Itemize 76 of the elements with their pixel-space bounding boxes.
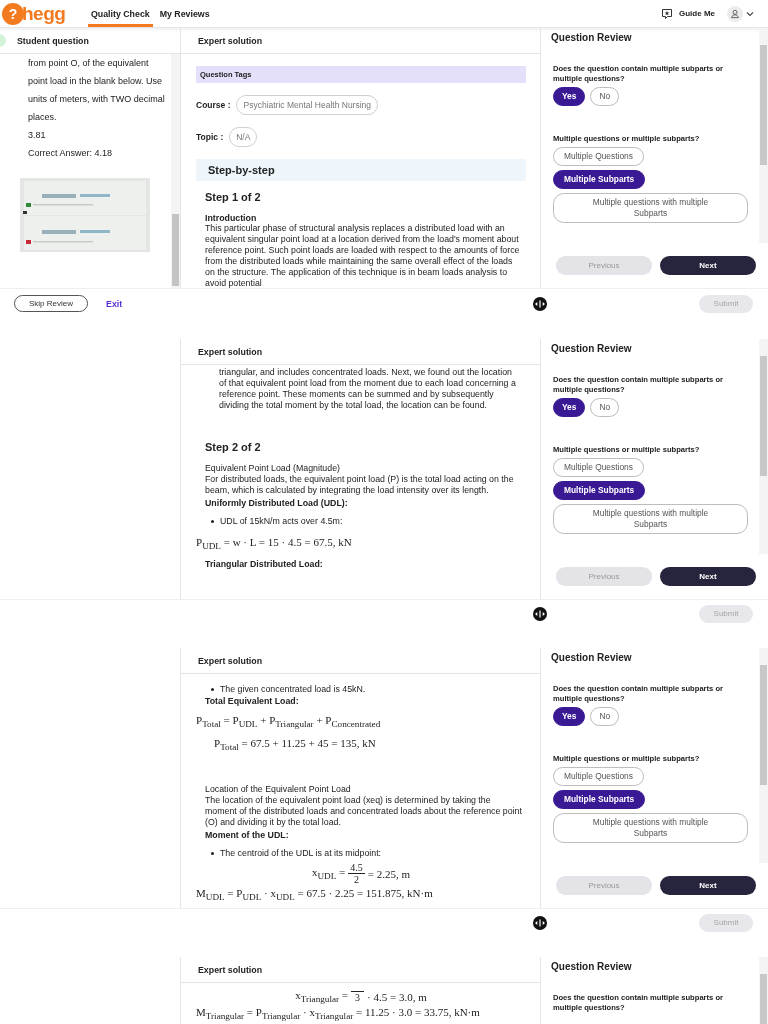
nav-button[interactable]: Next [660,567,756,586]
equation: M$_{UDL}$ = P$_{UDL}$ · x$_{UDL}$ = 67.5 · 2.25 = 151.875, kN·m [196,887,434,903]
account-menu[interactable] [727,5,754,22]
section-heading: Introduction [205,213,258,223]
option-button[interactable]: Yes [553,87,586,106]
scrollbar[interactable] [759,28,768,243]
section-heading: Uniformly Distributed Load (UDL): [205,498,349,508]
panel-title: Question Review [551,32,633,43]
equation: x$_{Triangular}$ = 3 · 4.5 = 3.0, m [295,989,427,1005]
correct-answer: Correct Answer: 4.18 [28,147,114,160]
option-button[interactable]: Yes [553,707,586,726]
option-button[interactable]: Multiple Subparts [553,170,646,189]
section-banner: Step-by-step [196,159,526,181]
logo-text: hegg [22,2,66,25]
panel-title: Question Review [551,652,633,663]
panel-title: Student question [17,35,89,46]
option-button[interactable]: Multiple questions with multiple Subparts [553,193,748,223]
nav-button[interactable]: Next [660,256,756,275]
section-heading: Total Equivalent Load: [205,696,300,706]
option-button[interactable]: No [590,398,620,417]
equation: P$_{UDL}$ = w · L = 15 · 4.5 = 67.5, kN [196,536,353,552]
bullet-text: The given concentrated load is 45kN. [220,684,366,694]
user-icon [727,5,743,22]
option-button[interactable]: No [590,87,620,106]
option-button[interactable]: No [590,707,620,726]
paragraph: triangular, and includes concentrated loads. Next, we found out the location of that equivalent point load from the moment due to each load concerning a reference point. These moments can be summed and by subsequently dividing the total moment by the total load, the location can be found. [219,367,517,411]
equation: P$_{Total}$ = P$_{UDL}$ + P$_{Triangular}$ + P$_{Concentrated}$ [196,714,382,730]
caret-icon [746,10,754,17]
resize-handle-icon[interactable] [532,295,548,312]
question-text: from point O, of the equivalent point load in the blank below. Use units of meters, with TWO decimal places. [28,57,165,124]
panel-title: Question Review [551,961,633,972]
bullet-text: The centroid of the UDL is at its midpoint: [220,848,382,859]
option-button[interactable]: Multiple questions with multiple Subparts [553,504,748,534]
option-button[interactable]: Multiple Questions [553,767,644,786]
paragraph: Location of the Equivalent Point Load [205,784,352,796]
nav-tab[interactable]: Quality Check [88,0,153,27]
scrollbar[interactable] [759,648,768,863]
exit-link[interactable]: Exit [106,298,123,309]
step-title: Step 2 of 2 [205,441,262,453]
paragraph: This particular phase of structural analysis replaces a distributed load with an equivalent singular point load at a location derived from the load's moment about reference point. Such point loads are loaded with respect to the amounts of force from the distributed loads while maintaining the same overall effect of the loads on the structure. The application of this technique is in beam loads analysis to avoid potential [205,223,521,288]
panel-title: Expert solution [198,35,263,46]
bullet-icon [211,687,214,691]
resize-handle-icon[interactable] [532,605,548,622]
paragraph: For distributed loads, the equivalent point load (P) is the total load acting on the beam, which is calculated by integrating the load intensity over its length. [205,474,515,496]
student-answer: 3.81 [28,129,47,142]
guide-me-button[interactable]: Guide Me [661,7,715,20]
bullet-text: UDL of 15kN/m acts over 4.5m: [220,516,343,526]
tag-label: Course : [196,100,231,110]
section-heading: Triangular Distributed Load: [205,559,324,570]
nav-tab[interactable]: My Reviews [156,0,213,27]
option-button[interactable]: Multiple questions with multiple Subparts [553,813,748,843]
paragraph: The location of the equivalent point load (xeq) is determined by taking the moment of the distributed loads and concentrated loads about the reference point (O) and dividing it by the total load. [205,795,523,829]
option-button[interactable]: Multiple Questions [553,147,644,166]
nav-button[interactable]: Next [660,876,756,895]
option-button[interactable]: Multiple Questions [553,458,644,477]
tag-label: Topic : [196,132,224,142]
skip-review-button[interactable]: Skip Review [14,295,88,312]
option-button[interactable]: Multiple Subparts [553,790,646,809]
panel-title: Expert solution [198,964,263,975]
scrollbar[interactable] [759,339,768,554]
option-button[interactable]: Multiple Subparts [553,481,646,500]
bullet-icon [211,519,214,523]
option-button[interactable]: Yes [553,398,586,417]
section-heading: Moment of the UDL: [205,830,290,841]
scrollbar[interactable] [171,54,180,288]
panel-title: Question Review [551,343,633,354]
logo-mark: ? [2,2,24,25]
step-title: Step 1 of 2 [205,191,262,203]
paragraph: Equivalent Point Load (Magnitude) [205,463,341,474]
panel-title: Expert solution [198,346,263,357]
panel-title: Expert solution [198,655,263,666]
bullet-icon [211,851,214,855]
resize-handle-icon[interactable] [532,914,548,931]
equation: P$_{Total}$ = 67.5 + 11.25 + 45 = 135, kN [214,737,377,753]
equation: M$_{Triangular}$ = P$_{Triangular}$ · x$_{Triangular}$ = 11.25 · 3.0 = 33.75, kN·m [196,1006,481,1022]
chat-star-icon [661,7,673,20]
